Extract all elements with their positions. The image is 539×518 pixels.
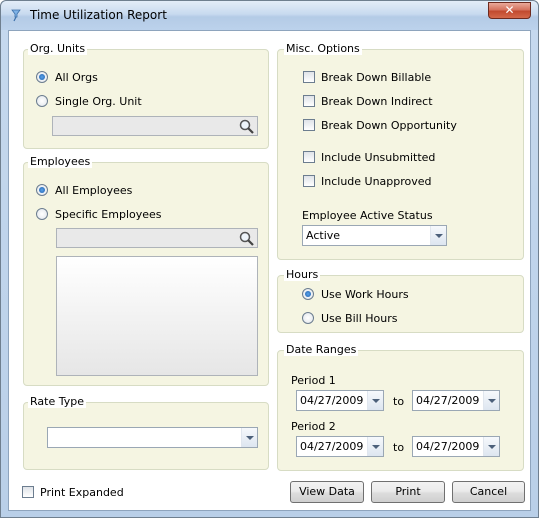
- employees-legend: Employees: [28, 155, 93, 168]
- print-expanded-label[interactable]: Print Expanded: [40, 486, 124, 499]
- include-unapproved-checkbox[interactable]: [303, 175, 315, 187]
- period-2-from-value: 04/27/2009: [300, 440, 364, 453]
- all-orgs-label[interactable]: All Orgs: [55, 71, 98, 84]
- period-2-to-date[interactable]: 04/27/2009: [412, 436, 500, 457]
- use-bill-hours-label[interactable]: Use Bill Hours: [321, 312, 397, 325]
- single-org-label[interactable]: Single Org. Unit: [55, 95, 142, 108]
- break-down-indirect-label[interactable]: Break Down Indirect: [321, 95, 433, 108]
- period-1-from-date[interactable]: 04/27/2009: [296, 390, 384, 411]
- period-1-to-date[interactable]: 04/27/2009: [412, 390, 500, 411]
- search-icon[interactable]: [238, 118, 255, 135]
- period-1-to-value: 04/27/2009: [416, 394, 480, 407]
- period-1-label: Period 1: [291, 374, 336, 387]
- title-bar[interactable]: Time Utilization Report ✕: [1, 1, 538, 30]
- break-down-billable-checkbox[interactable]: [303, 71, 315, 83]
- chevron-down-icon[interactable]: [483, 391, 499, 410]
- close-button[interactable]: ✕: [488, 2, 531, 19]
- date-ranges-legend: Date Ranges: [284, 343, 359, 356]
- org-units-legend: Org. Units: [28, 42, 88, 55]
- chevron-down-icon[interactable]: [483, 437, 499, 456]
- rate-type-legend: Rate Type: [28, 395, 86, 408]
- period-2-to-value: 04/27/2009: [416, 440, 480, 453]
- print-button[interactable]: Print: [371, 481, 445, 503]
- all-orgs-radio[interactable]: [36, 71, 48, 83]
- period-1-from-value: 04/27/2009: [300, 394, 364, 407]
- specific-employees-radio[interactable]: [36, 208, 48, 220]
- include-unsubmitted-label[interactable]: Include Unsubmitted: [321, 151, 435, 164]
- all-employees-radio[interactable]: [36, 184, 48, 196]
- specific-employees-label[interactable]: Specific Employees: [55, 208, 162, 221]
- dialog-body: Org. Units All Orgs Single Org. Unit Emp…: [8, 30, 531, 511]
- hours-legend: Hours: [284, 268, 321, 281]
- period-2-label: Period 2: [291, 420, 336, 433]
- to-label: to: [393, 395, 405, 408]
- period-2-from-date[interactable]: 04/27/2009: [296, 436, 384, 457]
- print-expanded-checkbox[interactable]: [22, 486, 34, 498]
- use-work-hours-label[interactable]: Use Work Hours: [321, 288, 409, 301]
- break-down-opportunity-label[interactable]: Break Down Opportunity: [321, 119, 457, 132]
- close-icon: ✕: [504, 3, 515, 17]
- single-org-radio[interactable]: [36, 95, 48, 107]
- rate-type-select[interactable]: [47, 427, 258, 448]
- hours-group: [277, 275, 524, 333]
- all-employees-label[interactable]: All Employees: [55, 184, 132, 197]
- to-label: to: [393, 441, 405, 454]
- employee-active-status-select[interactable]: Active: [302, 225, 447, 246]
- use-work-hours-radio[interactable]: [302, 288, 314, 300]
- include-unapproved-label[interactable]: Include Unapproved: [321, 175, 432, 188]
- cancel-button[interactable]: Cancel: [452, 481, 525, 503]
- employee-active-status-value: Active: [306, 229, 341, 242]
- search-icon[interactable]: [238, 230, 255, 247]
- misc-options-legend: Misc. Options: [284, 42, 362, 55]
- chevron-down-icon[interactable]: [367, 391, 383, 410]
- chevron-down-icon[interactable]: [241, 428, 257, 447]
- view-data-button[interactable]: View Data: [290, 481, 364, 503]
- pin-icon: [11, 9, 21, 22]
- chevron-down-icon[interactable]: [430, 226, 446, 245]
- use-bill-hours-radio[interactable]: [302, 312, 314, 324]
- report-dialog-window: Time Utilization Report ✕ Org. Units All…: [0, 0, 539, 518]
- window-title: Time Utilization Report: [30, 8, 167, 22]
- employee-active-status-label: Employee Active Status: [302, 209, 433, 222]
- break-down-indirect-checkbox[interactable]: [303, 95, 315, 107]
- org-unit-search-field[interactable]: [52, 116, 258, 136]
- break-down-billable-label[interactable]: Break Down Billable: [321, 71, 431, 84]
- employees-listbox[interactable]: [56, 256, 258, 376]
- employee-search-field[interactable]: [56, 228, 258, 248]
- include-unsubmitted-checkbox[interactable]: [303, 151, 315, 163]
- chevron-down-icon[interactable]: [367, 437, 383, 456]
- break-down-opportunity-checkbox[interactable]: [303, 119, 315, 131]
